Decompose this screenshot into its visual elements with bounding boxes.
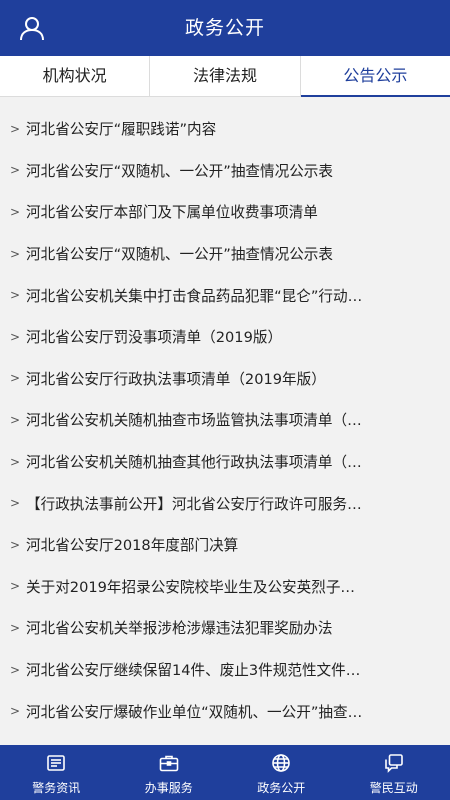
list-item[interactable]: > 关于对2019年招录公安院校毕业生及公安英烈子… [0, 566, 450, 608]
nav-interaction-label: 警民互动 [369, 781, 418, 795]
list-item-title: 河北省公安厅“双随机、一公开”抽查情况公示表 [26, 162, 333, 180]
chevron-right-icon: > [10, 704, 21, 719]
list-item-title: 河北省公安厅2018年度部门决算 [26, 537, 239, 555]
list-item-title: 关于对2019年招录公安院校毕业生及公安英烈子… [26, 578, 356, 596]
chevron-right-icon: > [10, 662, 21, 677]
nav-open-government-label: 政务公开 [257, 781, 306, 795]
list-item[interactable]: > 河北省公安厅行政执法事项清单（2019年版） [0, 358, 450, 400]
globe-icon [272, 754, 291, 772]
chat-icon [384, 754, 403, 773]
chevron-right-icon: > [10, 121, 21, 136]
chevron-right-icon: > [10, 496, 21, 511]
list-item[interactable]: > 河北省公安机关随机抽查其他行政执法事项清单（… [0, 441, 450, 483]
chevron-right-icon: > [10, 204, 21, 219]
nav-news-label: 警务资讯 [32, 781, 81, 795]
list-item[interactable]: > 河北省公安厅罚没事项清单（2019版） [0, 316, 450, 358]
list-item-title: 河北省公安厅“双随机、一公开”抽查情况公示表 [26, 246, 333, 264]
list-item[interactable]: > 河北省公安机关集中打击食品药品犯罪“昆仑”行动… [0, 274, 450, 316]
list-item[interactable]: > 河北省公安厅2018年度部门决算 [0, 524, 450, 566]
page-title: 政务公开 [184, 17, 265, 39]
tab-organization[interactable]: 机构状况 [0, 56, 151, 96]
chevron-right-icon: > [10, 579, 21, 594]
chevron-right-icon: > [10, 412, 21, 427]
tab-bar: 机构状况 法律法规 公告公示 [0, 56, 450, 97]
chevron-right-icon: > [10, 537, 21, 552]
chevron-right-icon: > [10, 454, 21, 469]
nav-interaction[interactable]: 警民互动 [338, 745, 450, 800]
nav-open-government[interactable]: 政务公开 [225, 745, 338, 800]
announcement-list: > 河北省公安厅“履职践诺”内容 > 河北省公安厅“双随机、一公开”抽查情况公示表 … [0, 108, 450, 732]
list-item-title: 河北省公安厅本部门及下属单位收费事项清单 [26, 204, 318, 222]
list-item[interactable]: > 河北省公安机关举报涉枪涉爆违法犯罪奖励办法 [0, 607, 450, 649]
bottom-nav: 警务资讯 办事服务 政务公开 警民互动 [0, 745, 450, 800]
list-item-title: 【行政执法事前公开】河北省公安厅行政许可服务… [26, 495, 362, 513]
list-item[interactable]: > 河北省公安厅“履职践诺”内容 [0, 108, 450, 150]
tab-laws[interactable]: 法律法规 [150, 56, 301, 96]
nav-services-label: 办事服务 [144, 781, 193, 795]
list-item-title: 河北省公安机关举报涉枪涉爆违法犯罪奖励办法 [26, 620, 333, 638]
briefcase-icon [159, 755, 179, 772]
nav-news[interactable]: 警务资讯 [0, 745, 113, 800]
list-item[interactable]: > 河北省公安厅继续保留14件、废止3件规范性文件… [0, 649, 450, 691]
list-item[interactable]: > 河北省公安厅爆破作业单位“双随机、一公开”抽查… [0, 690, 450, 732]
list-item-title: 河北省公安厅继续保留14件、废止3件规范性文件… [26, 662, 361, 680]
news-icon [47, 755, 66, 771]
list-item-title: 河北省公安厅罚没事项清单（2019版） [26, 329, 283, 347]
list-item-title: 河北省公安机关随机抽查市场监管执法事项清单（… [26, 412, 362, 430]
list-item-title: 河北省公安机关集中打击食品药品犯罪“昆仑”行动… [26, 287, 363, 305]
list-item[interactable]: > 河北省公安机关随机抽查市场监管执法事项清单（… [0, 399, 450, 441]
list-item[interactable]: > 【行政执法事前公开】河北省公安厅行政许可服务… [0, 482, 450, 524]
list-item-title: 河北省公安厅行政执法事项清单（2019年版） [26, 370, 326, 388]
list-item-title: 河北省公安厅爆破作业单位“双随机、一公开”抽查… [26, 703, 363, 721]
list-item[interactable]: > 河北省公安厅“双随机、一公开”抽查情况公示表 [0, 233, 450, 275]
nav-services[interactable]: 办事服务 [113, 745, 226, 800]
chevron-right-icon: > [10, 288, 21, 303]
chevron-right-icon: > [10, 620, 21, 635]
app-header: 政务公开 [0, 0, 450, 56]
list-item[interactable]: > 河北省公安厅本部门及下属单位收费事项清单 [0, 191, 450, 233]
chevron-right-icon: > [10, 371, 21, 386]
list-item[interactable]: > 河北省公安厅“双随机、一公开”抽查情况公示表 [0, 150, 450, 192]
chevron-right-icon: > [10, 329, 21, 344]
list-item-title: 河北省公安厅“履职践诺”内容 [26, 121, 217, 139]
tab-announcements[interactable]: 公告公示 [300, 56, 450, 97]
list-item-title: 河北省公安机关随机抽查其他行政执法事项清单（… [26, 454, 362, 472]
chevron-right-icon: > [10, 163, 21, 178]
chevron-right-icon: > [10, 246, 21, 261]
